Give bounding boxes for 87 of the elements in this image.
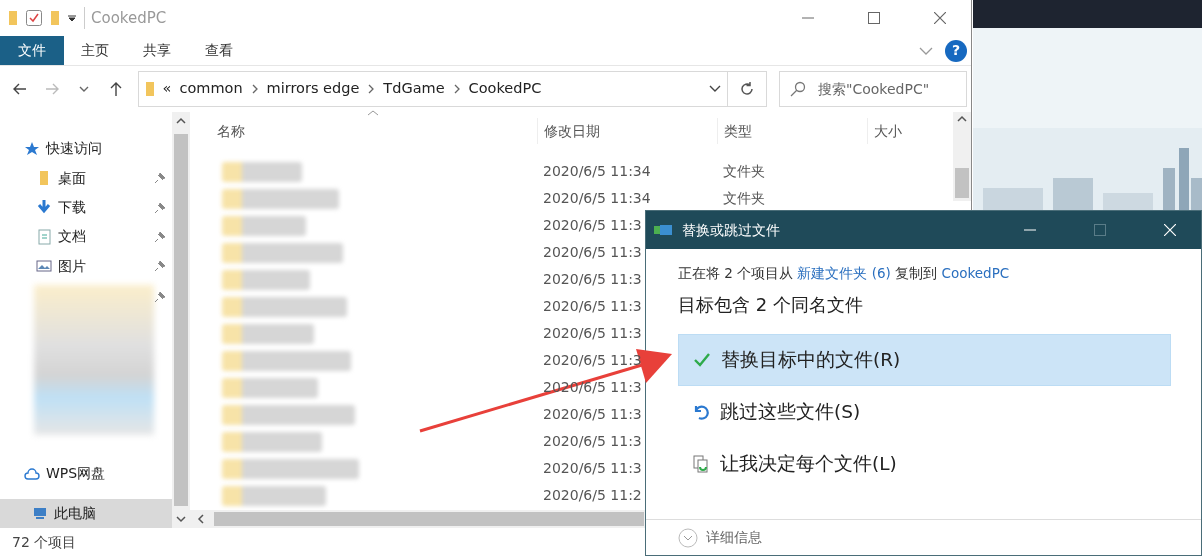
copy-file-icon xyxy=(654,223,674,237)
nav-item[interactable]: 快速访问 xyxy=(0,134,172,164)
ribbon-tab[interactable]: 文件 xyxy=(0,36,64,65)
dialog-message: 正在将 2 个项目从 新建文件夹 (6) 复制到 CookedPC xyxy=(678,264,1011,283)
folder-icon xyxy=(8,10,18,26)
document-icon xyxy=(36,228,52,245)
help-button[interactable]: ? xyxy=(945,39,967,62)
nav-item[interactable]: 桌面 xyxy=(0,163,172,193)
scrollbar-thumb[interactable] xyxy=(214,512,644,526)
option-button[interactable]: 替换目标中的文件(R) xyxy=(678,334,1171,387)
option-button[interactable]: 让我决定每个文件(L) xyxy=(678,438,1171,491)
ribbon-tab[interactable]: 查看 xyxy=(188,36,250,65)
details-toggle[interactable]: 详细信息 xyxy=(678,527,762,548)
breadcrumb[interactable]: TdGame xyxy=(383,78,445,100)
dropdown-icon[interactable] xyxy=(708,85,721,93)
nav-item[interactable]: WPS网盘 xyxy=(0,459,172,489)
nav-item[interactable]: 下载 xyxy=(0,192,172,223)
chevron-icon xyxy=(452,84,461,94)
date-cell-text: 2020/6/5 11:3 xyxy=(543,432,642,451)
collapse-ribbon-icon[interactable] xyxy=(919,46,933,55)
star-icon xyxy=(24,140,40,157)
date-cell-text: 2020/6/5 11:2 xyxy=(543,486,642,505)
date-cell-text: 2020/6/5 11:3 xyxy=(543,297,642,316)
scroll-left-icon[interactable] xyxy=(196,513,206,525)
column-header[interactable]: 大小 xyxy=(867,118,902,144)
nav-label: WPS网盘 xyxy=(46,464,106,484)
maximize-icon[interactable] xyxy=(868,12,880,24)
date-cell-text: 2020/6/5 11:3 xyxy=(543,243,642,262)
files-icon xyxy=(692,455,710,474)
undo-icon xyxy=(692,403,710,422)
date-cell-text: 2020/6/5 11:34 xyxy=(543,162,651,181)
nav-label: 快速访问 xyxy=(46,139,102,159)
download-icon xyxy=(36,199,52,216)
nav-item[interactable]: 图片 xyxy=(0,251,172,281)
date-cell-text: 2020/6/5 11:34 xyxy=(543,189,651,208)
nav-label: 下载 xyxy=(58,197,86,217)
search-field[interactable]: 搜索"CookedPC" xyxy=(816,77,956,101)
folder-link[interactable]: CookedPC xyxy=(941,265,1010,281)
date-cell-text: 2020/6/5 11:3 xyxy=(543,270,642,289)
folder-icon xyxy=(144,81,155,97)
computer-icon xyxy=(32,505,48,522)
scroll-down-icon[interactable] xyxy=(175,514,187,524)
date-cell-text: 2020/6/5 11:3 xyxy=(543,216,642,235)
scroll-up-icon[interactable] xyxy=(956,114,968,124)
date-cell-text: 2020/6/5 11:3 xyxy=(543,459,642,478)
nav-item[interactable]: 此电脑 xyxy=(0,498,172,528)
image-icon xyxy=(36,258,52,275)
scrollbar-thumb[interactable] xyxy=(955,168,969,198)
date-cell-text: 2020/6/5 11:3 xyxy=(543,324,642,343)
nav-label: 文档 xyxy=(58,227,86,247)
option-button[interactable]: 跳过这些文件(S) xyxy=(678,386,1171,439)
refresh-icon[interactable] xyxy=(738,81,755,97)
overflow-button[interactable]: « xyxy=(162,78,172,100)
chevron-icon xyxy=(367,84,376,94)
dropdown-icon[interactable] xyxy=(68,14,76,22)
item-count: 72 个项目 xyxy=(12,532,77,552)
expand-icon xyxy=(678,527,698,548)
address-bar[interactable]: « common mirrors edge TdGame CookedPC xyxy=(137,71,728,107)
column-header[interactable]: 类型 xyxy=(717,118,752,144)
chevron-icon xyxy=(250,84,259,94)
back-icon[interactable] xyxy=(11,81,28,97)
dialog-heading: 目标包含 2 个同名文件 xyxy=(678,293,864,318)
nav-label: 桌面 xyxy=(58,168,86,188)
window-title: CookedPC xyxy=(84,6,167,30)
ribbon-tab[interactable]: 共享 xyxy=(126,36,188,65)
column-header[interactable]: 名称 xyxy=(217,118,245,144)
nav-item[interactable]: 文档 xyxy=(0,222,172,252)
breadcrumb[interactable]: common xyxy=(179,78,243,100)
date-cell-text: 2020/6/5 11:3 xyxy=(543,405,642,424)
ribbon-tab[interactable]: 主页 xyxy=(64,36,126,65)
search-box[interactable]: 搜索"CookedPC" xyxy=(779,71,967,107)
sort-icon xyxy=(367,109,379,117)
type-cell-text: 文件夹 xyxy=(723,189,765,208)
cloud-icon xyxy=(24,465,40,482)
column-header[interactable]: 修改日期 xyxy=(537,118,600,144)
search-icon xyxy=(790,81,806,97)
breadcrumb[interactable]: mirrors edge xyxy=(266,78,360,100)
close-icon[interactable] xyxy=(934,12,946,24)
scrollbar-thumb[interactable] xyxy=(174,134,188,506)
scroll-up-icon[interactable] xyxy=(175,116,187,126)
folder-link[interactable]: 新建文件夹 (6) xyxy=(797,265,891,281)
nav-label: 此电脑 xyxy=(54,503,96,523)
breadcrumb[interactable]: CookedPC xyxy=(468,78,542,100)
dialog-title: 替换或跳过文件 xyxy=(682,220,780,240)
type-cell-text: 文件夹 xyxy=(723,162,765,181)
nav-label: 图片 xyxy=(58,256,86,276)
checklist-icon[interactable] xyxy=(26,10,42,26)
